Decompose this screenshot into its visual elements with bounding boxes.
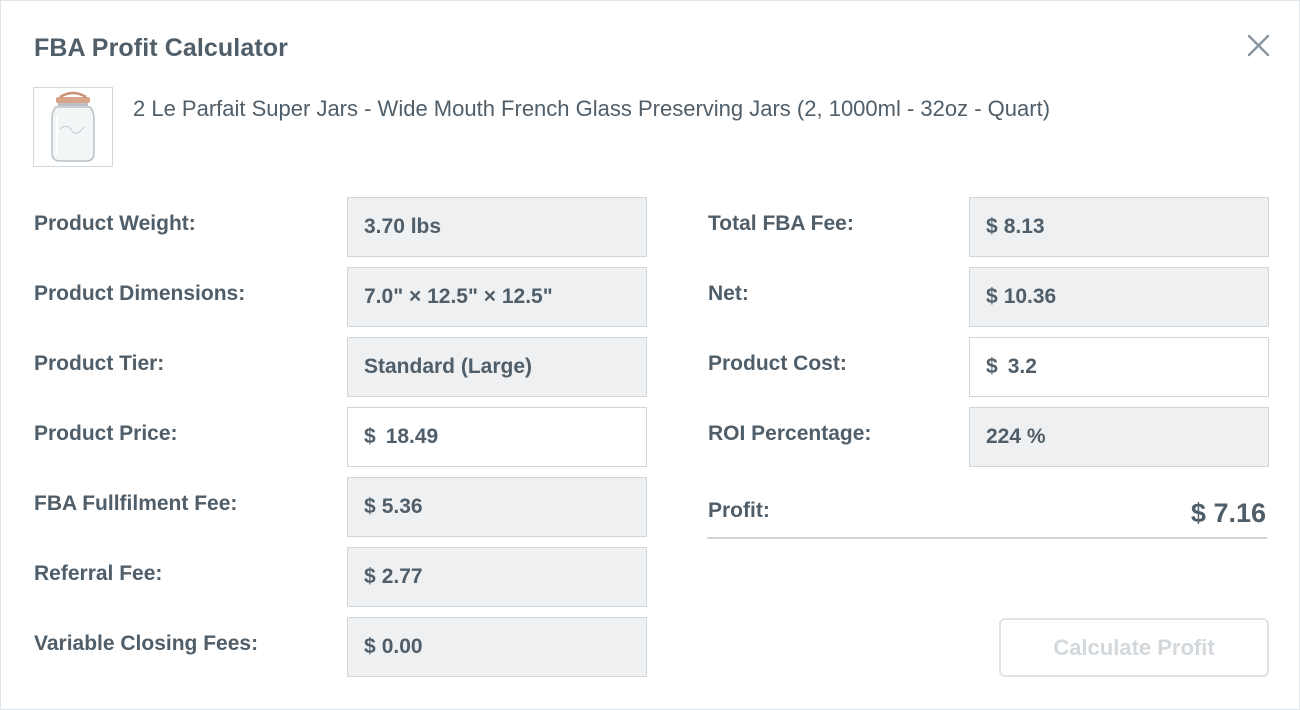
product-price-input[interactable]: $ 18.49 [347,407,647,467]
product-tier-field: Standard (Large) [347,337,647,397]
referral-fee-field: $ 2.77 [347,547,647,607]
currency-symbol: $ [986,355,998,378]
product-title: 2 Le Parfait Super Jars - Wide Mouth Fre… [133,96,1051,121]
referral-fee-value: 2.77 [381,565,423,588]
product-tier-value: Standard (Large) [364,355,533,378]
product-thumbnail [33,87,113,167]
product-price-value: 18.49 [385,425,439,448]
product-weight-field: 3.70 lbs [347,197,647,257]
fba-fulfilment-fee-label: FBA Fullfilment Fee: [34,492,238,515]
glass-jar-image [51,91,95,162]
currency-symbol: $ [986,215,998,238]
net-label: Net: [708,282,749,305]
variable-closing-fees-label: Variable Closing Fees: [34,632,259,655]
fba-fulfilment-fee-field: $ 5.36 [347,477,647,537]
product-dimensions-label: Product Dimensions: [34,282,246,305]
total-fba-fee-label: Total FBA Fee: [708,212,854,235]
product-cost-value: 3.2 [1007,355,1037,378]
currency-symbol: $ [364,495,376,518]
total-fba-fee-field: $ 8.13 [969,197,1269,257]
product-cost-input[interactable]: $ 3.2 [969,337,1269,397]
fba-fulfilment-fee-value: 5.36 [381,495,423,518]
currency-symbol: $ [364,425,376,448]
product-dimensions-value: 7.0" × 12.5" × 12.5" [364,285,553,308]
product-tier-label: Product Tier: [34,352,165,375]
currency-symbol: $ [986,285,998,308]
calculate-profit-button[interactable]: Calculate Profit [999,618,1269,677]
variable-closing-fees-field: $ 0.00 [347,617,647,677]
profit-value: $ 7.16 [1190,498,1266,528]
roi-percentage-value: 224 % [986,425,1046,448]
currency-symbol: $ [364,635,376,658]
fba-calculator-dialog: FBA Profit Calculator 2 Le Parfait Super… [0,0,1300,710]
profit-divider [707,537,1267,539]
variable-closing-fees-value: 0.00 [381,635,423,658]
referral-fee-label: Referral Fee: [34,562,163,585]
product-weight-value: 3.70 lbs [364,215,442,238]
product-price-label: Product Price: [34,422,178,445]
net-field: $ 10.36 [969,267,1269,327]
product-cost-label: Product Cost: [708,352,847,375]
product-weight-label: Product Weight: [34,212,196,235]
product-dimensions-field: 7.0" × 12.5" × 12.5" [347,267,647,327]
roi-percentage-field: 224 % [969,407,1269,467]
total-fba-fee-value: 8.13 [1003,215,1045,238]
dialog-title: FBA Profit Calculator [34,34,288,62]
net-value: 10.36 [1003,285,1057,308]
currency-symbol: $ [364,565,376,588]
profit-label: Profit: [708,499,770,522]
close-icon[interactable] [1245,32,1273,60]
roi-percentage-label: ROI Percentage: [708,422,872,445]
